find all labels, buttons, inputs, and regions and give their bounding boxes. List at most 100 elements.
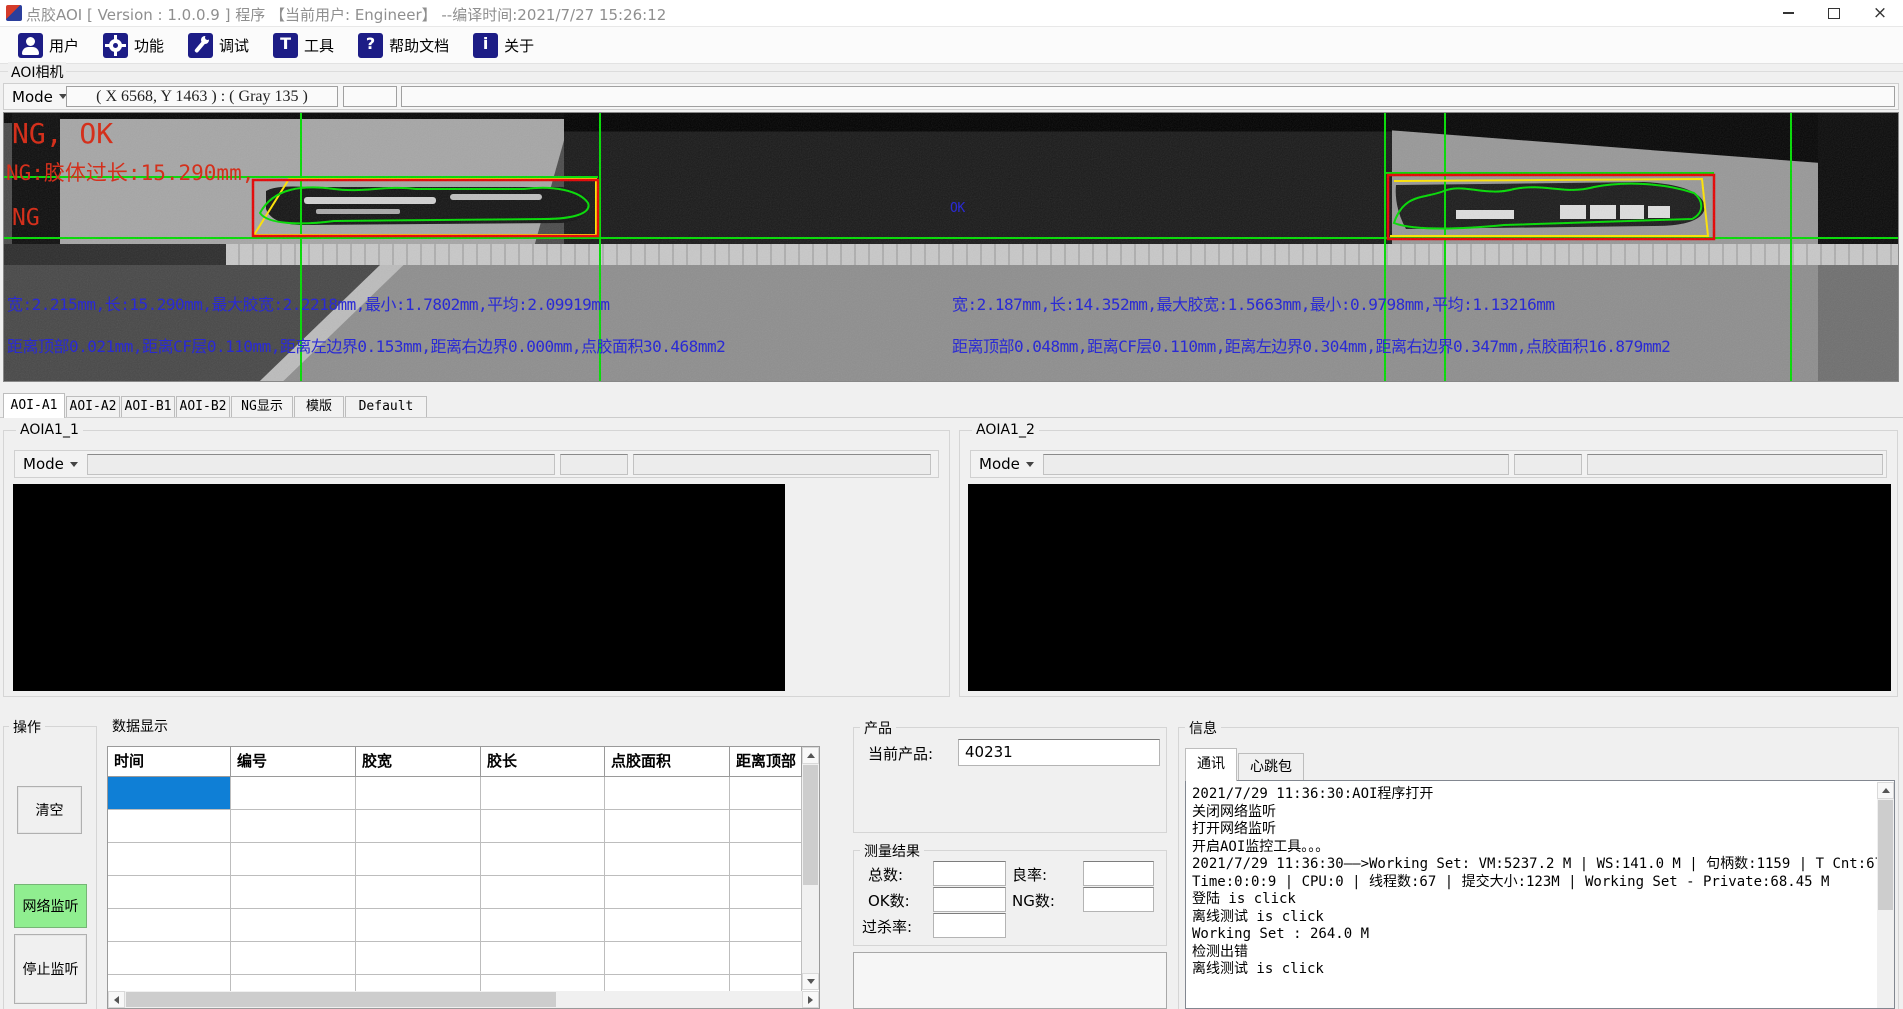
table-cell[interactable] — [356, 810, 481, 843]
close-button[interactable]: × — [1857, 0, 1903, 26]
table-cell[interactable] — [730, 777, 802, 810]
table-cell[interactable] — [108, 876, 231, 909]
table-cell[interactable] — [108, 810, 231, 843]
toolbar-item-debug[interactable]: 调试 — [182, 31, 255, 60]
mode-field-small — [343, 86, 397, 107]
table-cell[interactable] — [231, 810, 356, 843]
table-cell[interactable] — [356, 876, 481, 909]
scroll-left-icon — [114, 996, 119, 1004]
gear-icon — [103, 33, 128, 58]
table-vertical-scrollbar[interactable] — [802, 747, 819, 990]
table-cell[interactable] — [730, 843, 802, 876]
table-cell[interactable] — [481, 810, 605, 843]
left-measure-line2: 距离顶部0.021mm,距离CF层0.110mm,距离左边界0.153mm,距离… — [7, 333, 725, 357]
minimize-button[interactable] — [1765, 0, 1811, 26]
vertical-scroll-thumb[interactable] — [803, 765, 818, 885]
mode-label: Mode — [979, 455, 1020, 473]
scroll-up-button[interactable] — [802, 747, 819, 764]
aoia1-1-image-canvas[interactable] — [13, 484, 785, 691]
table-cell[interactable] — [231, 843, 356, 876]
tab-default[interactable]: Default — [345, 396, 427, 417]
table-cell[interactable] — [481, 942, 605, 975]
table-cell[interactable] — [605, 843, 730, 876]
measurement-group-label: 测量结果 — [860, 841, 924, 861]
table-cell[interactable] — [730, 909, 802, 942]
column-header-width[interactable]: 胶宽 — [356, 747, 481, 777]
table-cell[interactable] — [108, 909, 231, 942]
table-cell[interactable] — [108, 843, 231, 876]
table-cell[interactable] — [481, 777, 605, 810]
tab-heartbeat[interactable]: 心跳包 — [1238, 753, 1304, 781]
scroll-down-button[interactable] — [802, 973, 819, 990]
maximize-button[interactable] — [1811, 0, 1857, 26]
toolbar-label: 工具 — [304, 35, 334, 56]
log-scroll-up-button[interactable] — [1877, 782, 1894, 799]
clear-button[interactable]: 清空 — [17, 786, 82, 834]
tab-aoi-a1[interactable]: AOI-A1 — [3, 393, 65, 418]
log-line: 检测出错 — [1192, 944, 1892, 962]
chevron-down-icon — [70, 462, 78, 467]
tab-aoi-b1[interactable]: AOI-B1 — [121, 396, 175, 417]
tab-aoi-b2[interactable]: AOI-B2 — [176, 396, 230, 417]
ng-count-field[interactable] — [1083, 887, 1154, 912]
table-cell[interactable] — [231, 909, 356, 942]
scroll-right-button[interactable] — [802, 991, 819, 1008]
tab-aoi-a2[interactable]: AOI-A2 — [66, 396, 120, 417]
yield-field[interactable] — [1083, 861, 1154, 886]
column-header-time[interactable]: 时间 — [108, 747, 231, 777]
table-cell[interactable] — [481, 843, 605, 876]
table-cell[interactable] — [605, 909, 730, 942]
aoia1-2-image-canvas[interactable] — [968, 484, 1891, 691]
stop-listen-button[interactable]: 停止监听 — [14, 934, 87, 1004]
tab-comms[interactable]: 通讯 — [1185, 748, 1237, 781]
table-cell-selected[interactable] — [108, 777, 231, 810]
tab-ng-display[interactable]: NG显示 — [231, 396, 293, 417]
table-horizontal-scrollbar[interactable] — [108, 991, 819, 1008]
table-cell[interactable] — [730, 942, 802, 975]
toolbar-item-tools[interactable]: T 工具 — [267, 31, 340, 60]
log-line: 开启AOI监控工具。。。 — [1192, 839, 1892, 857]
table-cell[interactable] — [356, 909, 481, 942]
comms-log[interactable]: 2021/7/29 11:36:30:AOI程序打开 关闭网络监听 打开网络监听… — [1185, 780, 1895, 1009]
table-cell[interactable] — [356, 843, 481, 876]
toolbar-item-user[interactable]: 用户 — [12, 31, 85, 60]
table-cell[interactable] — [231, 777, 356, 810]
column-header-length[interactable]: 胶长 — [481, 747, 605, 777]
chevron-down-icon — [1026, 462, 1034, 467]
table-cell[interactable] — [730, 810, 802, 843]
aoia1-1-field3 — [633, 454, 931, 475]
column-header-top-distance[interactable]: 距离顶部 — [730, 747, 802, 777]
table-cell[interactable] — [356, 777, 481, 810]
toolbar-item-help[interactable]: ? 帮助文档 — [352, 31, 455, 60]
table-cell[interactable] — [356, 942, 481, 975]
log-scrollbar[interactable] — [1877, 782, 1894, 1009]
scroll-left-button[interactable] — [108, 991, 125, 1008]
table-cell[interactable] — [108, 942, 231, 975]
toolbar-item-function[interactable]: 功能 — [97, 31, 170, 60]
user-icon — [18, 33, 43, 58]
toolbar-label: 帮助文档 — [389, 35, 449, 56]
column-header-id[interactable]: 编号 — [231, 747, 356, 777]
toolbar-label: 用户 — [49, 35, 79, 56]
table-cell[interactable] — [481, 876, 605, 909]
overkill-field[interactable] — [933, 913, 1006, 938]
table-cell[interactable] — [605, 876, 730, 909]
table-cell[interactable] — [231, 942, 356, 975]
current-product-field[interactable]: 40231 — [958, 739, 1160, 766]
tab-template[interactable]: 模版 — [294, 396, 344, 417]
table-cell[interactable] — [231, 876, 356, 909]
table-cell[interactable] — [481, 909, 605, 942]
camera-image-viewport[interactable]: NG, OK NG:胶体过长:15.290mm, NG OK 宽:2.215mm… — [3, 112, 1899, 382]
table-cell[interactable] — [605, 942, 730, 975]
column-header-area[interactable]: 点胶面积 — [605, 747, 730, 777]
table-cell[interactable] — [730, 876, 802, 909]
horizontal-scroll-thumb[interactable] — [126, 992, 556, 1007]
network-listen-button[interactable]: 网络监听 — [14, 884, 87, 928]
table-cell[interactable] — [605, 810, 730, 843]
table-cell[interactable] — [605, 777, 730, 810]
toolbar-item-about[interactable]: i 关于 — [467, 31, 540, 60]
current-product-label: 当前产品: — [868, 743, 933, 764]
ok-count-field[interactable] — [933, 887, 1006, 912]
log-scroll-thumb[interactable] — [1878, 800, 1893, 910]
total-field[interactable] — [933, 861, 1006, 886]
